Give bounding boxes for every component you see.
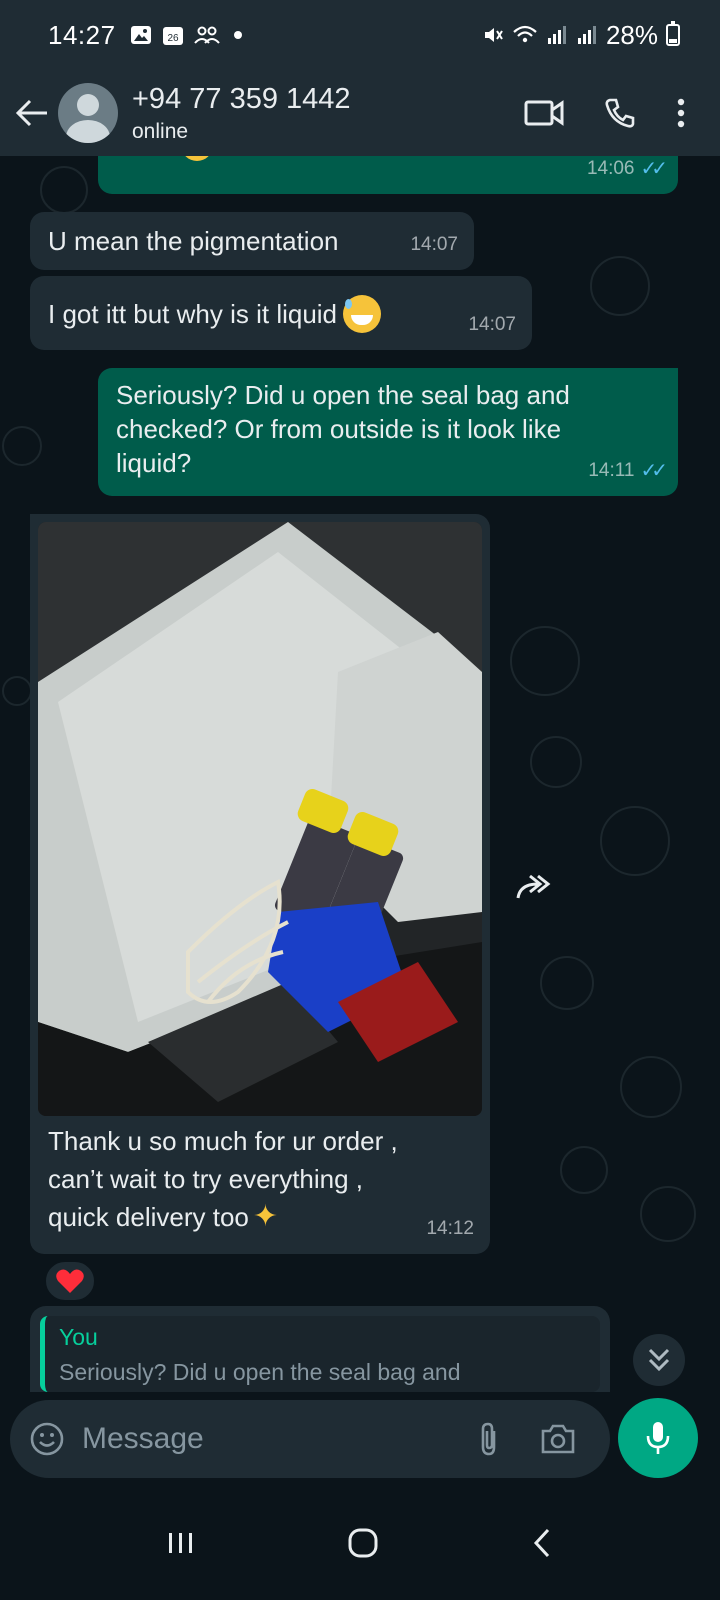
message-text: scale — [116, 156, 177, 162]
notification-dot-icon — [233, 31, 242, 39]
more-vert-icon[interactable] — [676, 97, 686, 129]
svg-text:26: 26 — [167, 33, 179, 44]
battery-text: 28% — [605, 19, 658, 50]
signal-icon — [547, 26, 566, 44]
chat-area[interactable]: scale 14:06✓✓ U mean the pigmentation 14… — [0, 156, 720, 1418]
heart-icon — [56, 1269, 84, 1293]
nav-back-icon[interactable] — [530, 1527, 554, 1559]
forward-button[interactable] — [514, 868, 554, 908]
photo-image — [38, 522, 482, 1116]
reply-preview[interactable]: You Seriously? Did u open the seal bag a… — [30, 1306, 610, 1392]
wifi-icon — [513, 25, 537, 43]
status-bar: 14:27 26 28% — [0, 0, 720, 70]
recent-apps-icon[interactable] — [166, 1529, 196, 1557]
message-bubble-outgoing[interactable]: scale 14:06✓✓ — [98, 156, 678, 194]
signal-icon-2 — [577, 26, 596, 44]
read-ticks-icon: ✓✓ — [640, 158, 667, 180]
system-nav-bar — [0, 1486, 720, 1600]
message-composer[interactable]: Message — [10, 1400, 610, 1478]
paperclip-icon[interactable] — [478, 1421, 500, 1457]
message-photo[interactable] — [38, 522, 482, 1116]
emoji-icon[interactable] — [30, 1422, 64, 1456]
double-chevron-down-icon — [648, 1348, 670, 1372]
message-time: 14:12 — [426, 1218, 474, 1239]
mic-button[interactable] — [618, 1398, 698, 1478]
message-bubble-incoming[interactable]: U mean the pigmentation 14:07 — [30, 212, 474, 270]
caption-line: can’t wait to try everything , — [48, 1164, 364, 1194]
video-call-icon[interactable] — [524, 98, 564, 128]
sparkles-emoji-icon: ✦ — [252, 1200, 279, 1233]
contact-status: online — [132, 119, 189, 143]
calendar-icon: 26 — [162, 27, 183, 45]
message-bubble-outgoing[interactable]: Seriously? Did u open the seal bag and c… — [98, 368, 678, 496]
reply-author: You — [59, 1324, 98, 1350]
forward-icon — [516, 874, 551, 899]
caption-line: Thank u so much for ur order , — [48, 1126, 398, 1156]
gallery-icon — [130, 26, 151, 44]
message-time: 14:07 — [468, 314, 516, 335]
reply-text: Seriously? Did u open the seal bag and — [59, 1359, 461, 1385]
arrow-left-icon — [15, 99, 47, 127]
contact-info[interactable]: +94 77 359 1442 online — [132, 83, 351, 144]
battery-icon — [666, 21, 680, 46]
home-icon[interactable] — [347, 1527, 379, 1559]
group-icon — [193, 26, 220, 44]
mute-icon — [484, 28, 503, 42]
read-ticks-icon: ✓✓ — [640, 460, 667, 482]
chat-header: +94 77 359 1442 online — [0, 70, 720, 156]
message-text: U mean the pigmentation — [48, 226, 339, 256]
message-text-line: checked? Or from outside is it look like — [116, 414, 562, 444]
phone-icon[interactable] — [604, 97, 636, 129]
contact-name: +94 77 359 1442 — [132, 82, 351, 115]
message-text-line: Seriously? Did u open the seal bag and — [116, 380, 570, 410]
avatar[interactable] — [58, 83, 118, 143]
reaction-badge[interactable] — [44, 1260, 96, 1302]
sweat-smile-emoji-icon — [343, 295, 382, 333]
message-bubble-incoming[interactable]: I got itt but why is it liquid 14:07 — [30, 276, 532, 350]
mic-icon — [646, 1422, 670, 1454]
scroll-down-button[interactable] — [633, 1334, 685, 1386]
message-time: 14:11 — [588, 460, 635, 481]
message-input[interactable]: Message — [82, 1422, 204, 1456]
camera-icon[interactable] — [540, 1423, 576, 1455]
grin-emoji-icon — [180, 156, 213, 161]
status-time: 14:27 — [48, 19, 116, 50]
caption-line: quick delivery too — [48, 1202, 249, 1232]
message-text-line: liquid? — [116, 448, 192, 478]
message-time: 14:06 — [586, 158, 635, 179]
message-time: 14:07 — [410, 234, 458, 255]
message-bubble-incoming-image[interactable]: Thank u so much for ur order , can’t wai… — [30, 514, 490, 1254]
message-text: I got itt but why is it liquid — [48, 299, 338, 329]
back-button[interactable] — [12, 93, 52, 133]
